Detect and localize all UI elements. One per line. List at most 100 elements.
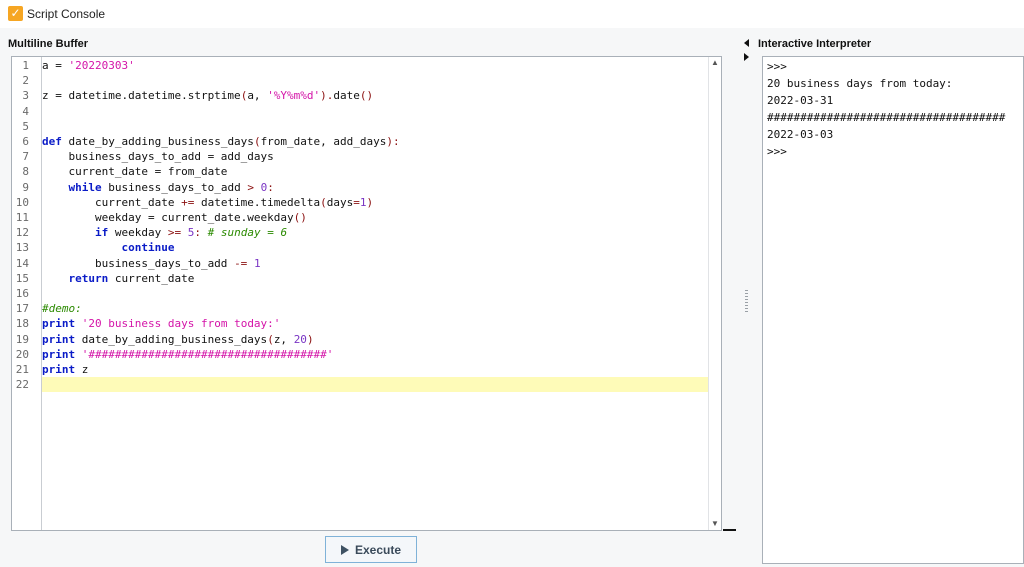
scroll-up-icon[interactable]: ▲ [709,57,721,69]
code-line[interactable]: return current_date [42,271,709,286]
code-line[interactable] [42,73,709,88]
code-line[interactable]: print date_by_adding_business_days(z, 20… [42,332,709,347]
code-token: 20 [293,332,307,346]
line-number: 11 [15,211,29,224]
arrow-right-icon[interactable] [744,53,749,61]
interpreter-output-line: 20 business days from today: [767,77,953,90]
code-token: -= [234,256,248,270]
code-line[interactable]: #demo: [42,301,709,316]
code-token: '20 business days from today:' [81,317,281,331]
interpreter-output-line: #################################### [767,111,1006,124]
resize-corner-mark [723,529,736,531]
scroll-down-icon[interactable]: ▼ [709,518,721,530]
code-token: return [68,271,109,285]
code-editor[interactable]: 1 2 3 4 5 6 7 8 9 10 11 12 13 14 15 16 17 18 19 20 21 22 a = … [11,56,722,531]
code-line[interactable]: print z [42,362,709,377]
code-token: current_date [42,195,182,209]
grip-icon[interactable] [745,290,748,312]
code-token: '20220303' [68,59,135,72]
code-line[interactable]: def date_by_adding_business_days(from_da… [42,134,709,149]
code-token: > [247,180,254,194]
line-number: 5 [22,119,29,133]
code-token: ): [386,135,400,148]
code-line[interactable] [42,286,709,301]
code-token: () [359,89,374,103]
line-number: 4 [22,104,29,118]
code-token: : [194,226,208,240]
interpreter-output-line: 2022-03-31 [767,94,834,107]
code-token: def [42,135,62,148]
code-token: >= [167,226,182,240]
code-line[interactable]: continue [42,240,709,255]
line-number: 2 [22,74,29,88]
code-token: date [333,89,360,103]
code-token: weekday = current_date.weekday [42,211,294,224]
arrow-left-icon[interactable] [744,39,749,47]
code-token: ) [306,332,314,346]
code-token: '%Y%m%d' [267,89,321,103]
execute-button[interactable]: Execute [325,536,417,563]
code-line[interactable]: weekday = current_date.weekday() [42,210,709,225]
code-token: += [181,195,195,209]
interactive-interpreter-title: Interactive Interpreter [758,38,872,50]
code-token: ) [366,195,374,209]
code-line[interactable]: z = datetime.datetime.strptime(a, '%Y%m%… [42,88,709,103]
line-number: 3 [22,89,29,103]
code-token: if [94,226,109,240]
line-number: 17 [15,302,29,316]
panel-splitter[interactable] [737,28,755,567]
interpreter-output[interactable]: >>> 20 business days from today: 2022-03-3… [762,56,1024,564]
code-token: datetime.timedelta [194,195,321,209]
code-token: continue [121,241,175,255]
code-line[interactable]: print '#################################… [42,347,709,362]
line-number: 10 [15,195,29,209]
window-title: Script Console [27,7,106,21]
code-line[interactable]: if weekday >= 5: # sunday = 6 [42,225,709,240]
code-token: #demo: [42,302,82,316]
code-line[interactable]: a = '20220303' [42,58,709,73]
line-number: 7 [22,150,29,164]
code-token: ). [320,89,334,103]
line-number: 14 [15,256,29,270]
code-line[interactable] [42,377,709,393]
line-number: 13 [15,241,29,255]
line-number: 19 [15,332,29,346]
code-token: a = [42,59,69,72]
code-line[interactable]: business_days_to_add = add_days [42,149,709,164]
code-token: () [293,211,307,224]
play-icon [340,544,349,555]
code-token: z, [273,332,294,346]
code-line[interactable]: current_date = from_date [42,164,709,179]
code-token: business_days_to_add [101,180,248,194]
code-line[interactable] [42,104,709,119]
code-line[interactable]: print '20 business days from today:' [42,316,709,331]
code-line[interactable]: current_date += datetime.timedelta(days=… [42,195,709,210]
code-token: # sunday = 6 [207,226,288,240]
vertical-scrollbar[interactable]: ▲ ▼ [708,57,721,530]
code-token: z [75,363,89,376]
line-number: 20 [15,347,29,361]
line-number: 1 [22,59,29,72]
code-token: a, [247,89,268,103]
code-token: 1 [253,256,261,270]
code-line[interactable]: business_days_to_add -= 1 [42,256,709,271]
code-token: current_date = from_date [42,165,228,179]
line-number: 15 [15,271,29,285]
code-line[interactable]: while business_days_to_add > 0: [42,180,709,195]
window-titlebar: ✓ Script Console [0,0,1024,28]
code-token: date_by_adding_business_days [75,332,268,346]
line-number: 6 [22,135,29,148]
execute-button-label: Execute [354,542,402,557]
code-line[interactable] [42,119,709,134]
code-token: from_date, add_days [260,135,387,148]
code-token: print [42,347,76,361]
interpreter-output-line: >>> [767,60,787,73]
code-token: ( [267,332,274,346]
